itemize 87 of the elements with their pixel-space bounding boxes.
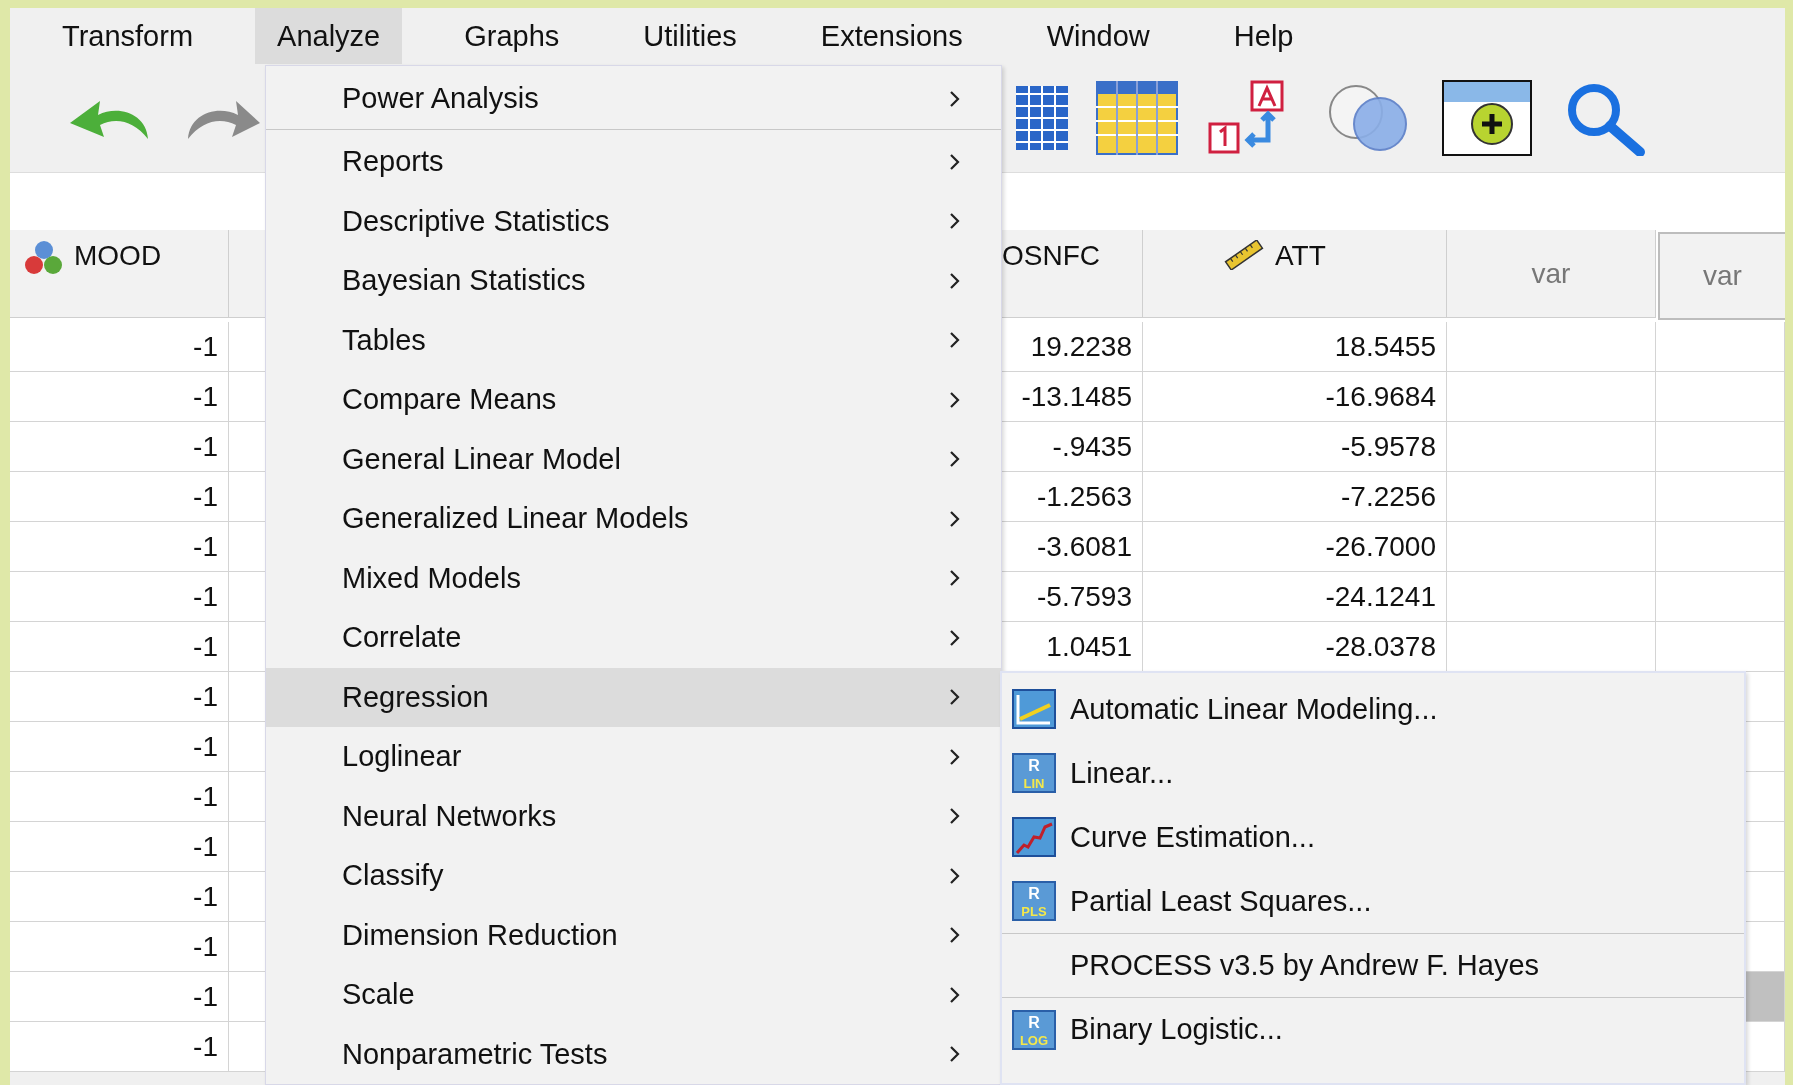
chevron-icon xyxy=(949,212,961,231)
menu-item[interactable]: Curve Estimation... xyxy=(1002,805,1744,869)
chevron-icon xyxy=(949,569,961,588)
column-header[interactable]: MOOD xyxy=(10,230,229,318)
table-cell: -1 xyxy=(10,522,229,572)
menu-item[interactable]: Automatic Linear Modeling... xyxy=(1002,677,1744,741)
menu-item[interactable]: Nonparametric Tests xyxy=(266,1024,1001,1084)
table-cell: -1 xyxy=(10,622,229,672)
table-cell: -5.9578 xyxy=(1143,422,1447,472)
menu-item[interactable]: Regression xyxy=(266,667,1001,727)
chevron-icon xyxy=(949,152,961,171)
menu-item[interactable]: Classify xyxy=(266,846,1001,906)
table-cell: -16.9684 xyxy=(1143,372,1447,422)
menu-item[interactable]: Window xyxy=(1024,8,1172,64)
chevron-icon xyxy=(949,390,961,409)
table-cell: -1 xyxy=(10,1022,229,1072)
column-header[interactable]: OSNFC xyxy=(1000,230,1143,318)
menu-item[interactable]: Correlate xyxy=(266,608,1001,668)
menu-item[interactable]: Generalized Linear Models xyxy=(266,489,1001,549)
table-grid-icon[interactable] xyxy=(1016,86,1068,150)
menu-item[interactable]: Help xyxy=(1211,8,1316,64)
chevron-icon xyxy=(949,807,961,826)
column-header[interactable]: var xyxy=(1447,230,1656,318)
table-cell: -1 xyxy=(10,322,229,372)
table-cell: -1 xyxy=(10,672,229,722)
menu-item[interactable]: Power Analysis xyxy=(266,68,1001,130)
chevron-icon xyxy=(949,985,961,1004)
chevron-icon xyxy=(949,450,961,469)
chevron-icon xyxy=(949,509,961,528)
table-grid-icon[interactable] xyxy=(1096,81,1178,155)
table-cell: -1 xyxy=(10,722,229,772)
table-cell: -1 xyxy=(10,972,229,1022)
table-cell: -1 xyxy=(10,572,229,622)
menu-item[interactable]: Dimension Reduction xyxy=(266,905,1001,965)
table-cell: -24.1241 xyxy=(1143,572,1447,622)
chevron-icon xyxy=(949,926,961,945)
table-cell: 18.5455 xyxy=(1143,322,1447,372)
menu-item[interactable]: R PLS Partial Least Squares... xyxy=(1002,869,1744,933)
table-cell: -13.1485 xyxy=(1000,372,1143,422)
table-cell: -1 xyxy=(10,472,229,522)
chevron-icon xyxy=(949,866,961,885)
chevron-icon xyxy=(949,331,961,350)
table-cell: -1.2563 xyxy=(1000,472,1143,522)
table-cell: -5.7593 xyxy=(1000,572,1143,622)
menu-item[interactable]: Mixed Models xyxy=(266,548,1001,608)
regression-icon: R LIN xyxy=(1012,753,1056,793)
menu-item[interactable]: Transform xyxy=(40,8,216,64)
curve-chart-icon xyxy=(1012,817,1056,857)
table-cell: -1 xyxy=(10,822,229,872)
chevron-icon xyxy=(949,89,961,108)
chevron-icon xyxy=(949,271,961,290)
table-cell: 19.2238 xyxy=(1000,322,1143,372)
menu-item[interactable]: Compare Means xyxy=(266,370,1001,430)
menu-item[interactable]: Bayesian Statistics xyxy=(266,251,1001,311)
chevron-icon xyxy=(949,1045,961,1064)
menu-item[interactable]: R LOG Binary Logistic... xyxy=(1002,997,1744,1061)
menu-item[interactable]: Analyze xyxy=(255,8,403,64)
menu-item[interactable]: R LIN Linear... xyxy=(1002,741,1744,805)
column-header[interactable]: ATT xyxy=(1143,230,1447,318)
regression-icon: R LOG xyxy=(1012,1009,1056,1050)
menu-item[interactable]: Graphs xyxy=(442,8,582,64)
table-cell: -.9435 xyxy=(1000,422,1143,472)
chevron-icon xyxy=(949,747,961,766)
table-cell: -3.6081 xyxy=(1000,522,1143,572)
table-cell: -26.7000 xyxy=(1143,522,1447,572)
table-cell: -7.2256 xyxy=(1143,472,1447,522)
menu-item[interactable]: Loglinear xyxy=(266,727,1001,787)
line-chart-icon xyxy=(1012,689,1056,729)
menu-item[interactable]: PROCESS v3.5 by Andrew F. Hayes xyxy=(1002,933,1744,997)
table-cell: -1 xyxy=(10,422,229,472)
table-cell: -1 xyxy=(10,922,229,972)
menu-item[interactable]: Extensions xyxy=(798,8,985,64)
table-cell: -1 xyxy=(10,772,229,822)
menu-item[interactable]: General Linear Model xyxy=(266,429,1001,489)
menu-item[interactable]: Tables xyxy=(266,310,1001,370)
chevron-icon xyxy=(949,628,961,647)
table-cell: -1 xyxy=(10,372,229,422)
regression-icon: R PLS xyxy=(1012,881,1056,921)
chevron-icon xyxy=(949,688,961,707)
menu-item[interactable]: Scale xyxy=(266,965,1001,1025)
menu-item[interactable]: Reports xyxy=(266,132,1001,192)
column-header[interactable]: var xyxy=(1658,232,1785,320)
menu-item[interactable]: Descriptive Statistics xyxy=(266,191,1001,251)
menu-item[interactable]: Utilities xyxy=(621,8,759,64)
table-cell: -1 xyxy=(10,872,229,922)
menu-item[interactable]: Neural Networks xyxy=(266,786,1001,846)
add-icon[interactable] xyxy=(1442,80,1532,156)
